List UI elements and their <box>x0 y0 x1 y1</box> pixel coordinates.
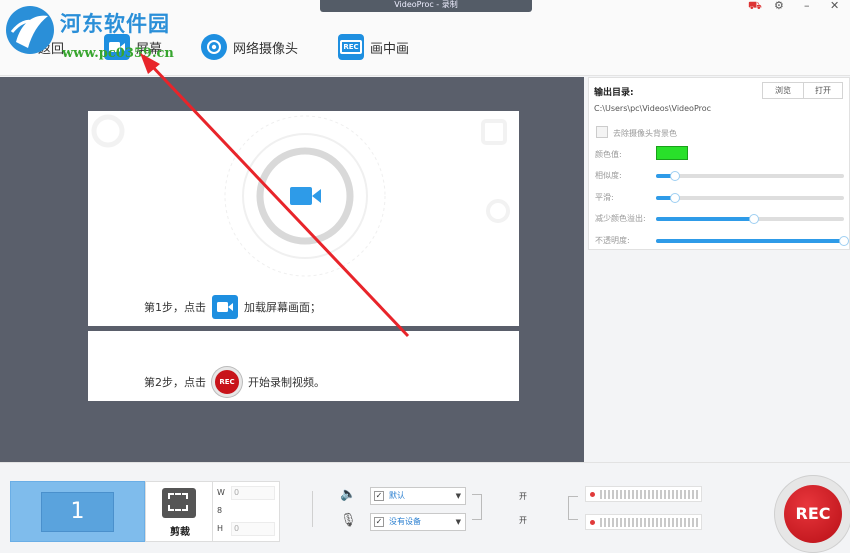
screen-select-tile[interactable]: 1 <box>10 481 145 542</box>
settings-gear-icon[interactable]: ⚙ <box>774 0 784 11</box>
browse-button[interactable]: 浏览 <box>762 82 804 99</box>
record-button[interactable]: REC <box>784 485 842 543</box>
height-input[interactable]: 0 <box>231 522 275 536</box>
slider-knob[interactable] <box>669 171 680 181</box>
slider-knob[interactable] <box>748 214 759 224</box>
smooth-slider[interactable] <box>656 193 844 203</box>
watermark: 河东软件园 www.pc0359.cn <box>2 2 202 64</box>
step2-prefix: 第2步，点击 <box>144 376 206 389</box>
output-dir-label: 输出目录: <box>594 88 634 98</box>
speaker-state[interactable]: 开 <box>519 491 527 502</box>
slider-knob[interactable] <box>669 193 680 203</box>
record-start-card: 第2步，点击 REC 开始录制视频。 <box>88 331 519 401</box>
pip-rec-icon: REC <box>338 34 364 60</box>
toolbar-webcam-button[interactable]: 网络摄像头 <box>201 32 298 62</box>
chevron-down-icon: ▼ <box>455 492 461 500</box>
bracket-left <box>472 494 482 520</box>
webcam-icon <box>201 34 227 60</box>
speaker-level-meter <box>585 486 702 502</box>
spill-reduce-label: 减少颜色溢出: <box>595 214 646 223</box>
minimize-icon[interactable]: – <box>804 0 810 11</box>
remove-bg-checkbox[interactable] <box>596 126 608 138</box>
mic-device-select[interactable]: ✓ 没有设备 ▼ <box>370 513 466 531</box>
divider <box>312 491 313 527</box>
cart-icon[interactable]: ⛟ <box>748 0 762 11</box>
width-input[interactable]: 0 <box>231 486 275 500</box>
chevron-down-icon: ▼ <box>455 518 461 526</box>
watermark-logo-icon <box>6 6 54 54</box>
speaker-device-value: 默认 <box>389 491 405 500</box>
preview-stage: 第1步，点击 加载屏幕画面； 第2步，点击 REC 开始录制视频。 <box>0 77 584 462</box>
color-key-label: 颜色值: <box>595 150 622 159</box>
mic-state[interactable]: 开 <box>519 515 527 526</box>
window-title: VideoProc - 录制 <box>320 0 532 12</box>
watermark-url: www.pc0359.cn <box>62 46 174 61</box>
toolbar-webcam-label: 网络摄像头 <box>233 41 299 57</box>
opacity-label: 不透明度: <box>595 236 630 245</box>
toolbar-pip-button[interactable]: REC 画中画 <box>338 32 409 62</box>
similarity-slider[interactable] <box>656 171 844 181</box>
record-button-wrap: REC <box>770 471 850 553</box>
speaker-icon: 🔈 <box>340 487 357 502</box>
bottom-control-bar: 1 剪裁 W 0 8 H 0 🔈 ✓ 默认 ▼ 🎙 ✓ 没有设备 ▼ 开 开 R… <box>0 462 850 553</box>
rec-small-button[interactable]: REC <box>212 367 242 397</box>
mic-device-value: 没有设备 <box>389 517 421 526</box>
step2-instruction: 第2步，点击 REC 开始录制视频。 <box>144 367 325 397</box>
speaker-enable-checkbox[interactable]: ✓ <box>374 491 384 501</box>
toolbar-pip-label: 画中画 <box>370 41 410 57</box>
screen-record-icon[interactable] <box>212 295 238 319</box>
bracket-right <box>568 496 578 520</box>
speaker-device-select[interactable]: ✓ 默认 ▼ <box>370 487 466 505</box>
step1-prefix: 第1步，点击 <box>144 301 206 314</box>
pip-rec-badge: REC <box>340 40 362 54</box>
aspect-lock-icon[interactable]: 8 <box>217 506 222 515</box>
opacity-slider[interactable] <box>656 236 849 246</box>
similarity-label: 相似度: <box>595 171 622 180</box>
close-icon[interactable]: ✕ <box>830 0 839 11</box>
output-path: C:\Users\pc\Videos\VideoProc <box>594 104 712 113</box>
open-button[interactable]: 打开 <box>803 82 843 99</box>
mic-level-meter <box>585 514 702 530</box>
color-key-swatch[interactable] <box>656 146 688 160</box>
smooth-label: 平滑: <box>595 193 614 202</box>
step1-instruction: 第1步，点击 加载屏幕画面； <box>144 295 321 319</box>
spill-reduce-slider[interactable] <box>656 214 844 224</box>
crop-icon <box>162 488 196 518</box>
remove-bg-label: 去除摄像头背景色 <box>613 129 677 138</box>
crop-button[interactable]: 剪裁 <box>145 481 213 542</box>
height-label: H <box>217 524 224 533</box>
slider-knob[interactable] <box>839 236 849 246</box>
watermark-title: 河东软件园 <box>60 11 170 36</box>
microphone-icon: 🎙 <box>340 513 357 528</box>
dimension-fields: W 0 8 H 0 <box>213 481 280 542</box>
output-settings-panel: 输出目录: 浏览 打开 C:\Users\pc\Videos\VideoProc… <box>588 77 850 250</box>
crop-label: 剪裁 <box>170 527 190 538</box>
step1-suffix: 加载屏幕画面； <box>244 301 321 314</box>
screen-load-card[interactable]: 第1步，点击 加载屏幕画面； <box>88 111 519 326</box>
load-screen-graphic <box>91 114 510 277</box>
width-label: W <box>217 488 225 497</box>
mic-enable-checkbox[interactable]: ✓ <box>374 517 384 527</box>
step2-suffix: 开始录制视频。 <box>248 376 325 389</box>
screen-number: 1 <box>41 492 114 532</box>
